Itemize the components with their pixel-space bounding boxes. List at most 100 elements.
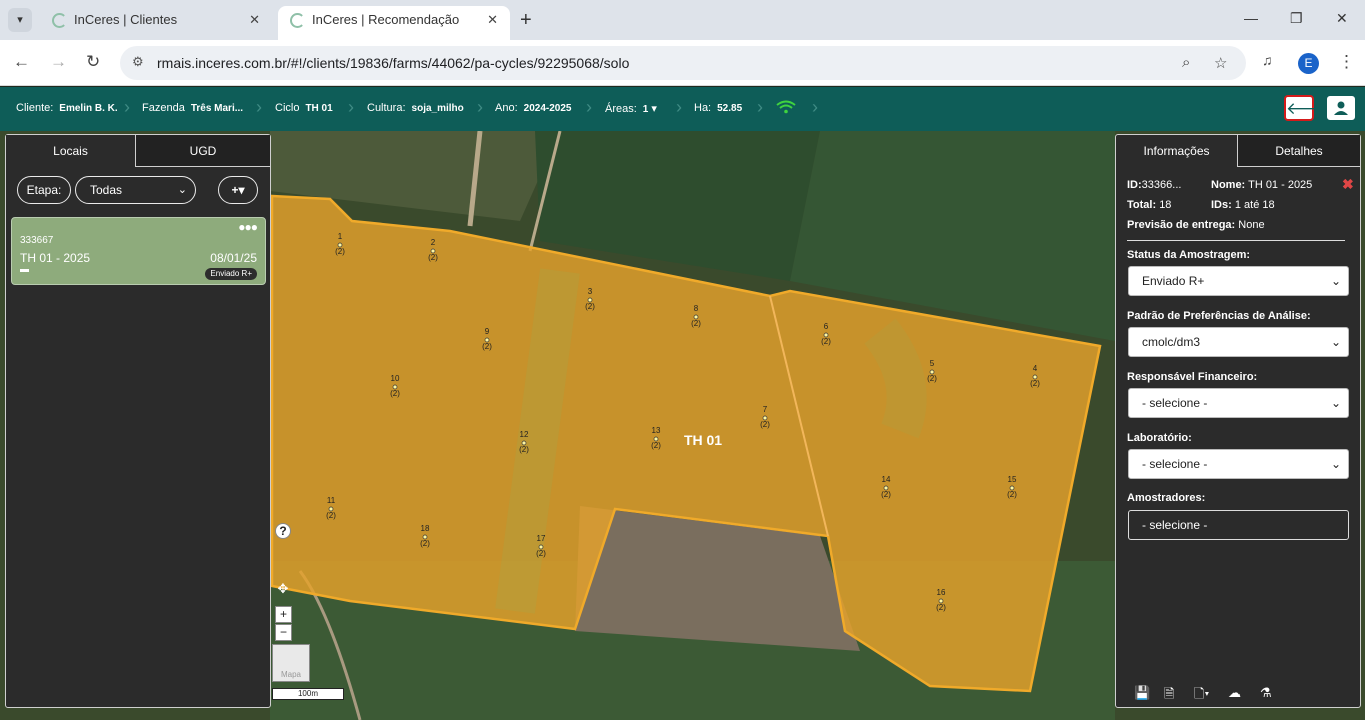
app-header: Cliente: Emelin B. K. › Fazenda Três Mari.…	[0, 87, 1365, 131]
padrao-select-value: cmolc/dm3	[1142, 335, 1201, 349]
status-select[interactable]: Enviado R+ ⌄	[1128, 266, 1349, 296]
sample-point-number: 8	[694, 304, 699, 313]
crumb-cliente[interactable]: Cliente: Emelin B. K.	[16, 102, 118, 114]
file-export-icon[interactable]: 🗋▾	[1194, 685, 1209, 707]
sample-point-number: 4	[1033, 364, 1038, 373]
info-total: Total: 18	[1127, 199, 1171, 211]
browser-tab-clientes[interactable]: InCeres | Clientes ✕	[40, 6, 272, 40]
chevron-right-icon: ›	[812, 97, 818, 117]
tab-title: InCeres | Clientes	[74, 12, 178, 27]
info-id: ID:33366...	[1127, 179, 1181, 191]
crumb-ciclo[interactable]: Ciclo TH 01	[275, 102, 333, 114]
help-button[interactable]: ?	[275, 523, 291, 539]
zoom-out-button[interactable]: −	[275, 624, 292, 641]
layer-toggle-button[interactable]: Mapa	[272, 644, 310, 682]
amostradores-label: Amostradores:	[1127, 492, 1206, 504]
sample-point-count: (2)	[420, 539, 430, 548]
site-settings-icon[interactable]: ⚙	[132, 54, 144, 70]
scale-bar: 100m	[272, 688, 344, 700]
arrow-left-icon: 🡐	[1286, 99, 1332, 118]
restore-icon[interactable]: ❐	[1290, 10, 1303, 27]
amostradores-select[interactable]: - selecione -	[1128, 510, 1349, 540]
sample-point-number: 9	[485, 327, 490, 336]
sample-point-count: (2)	[651, 441, 661, 450]
info-label: Total:	[1127, 199, 1157, 211]
user-icon	[1334, 101, 1348, 115]
bookmark-star-icon[interactable]: ☆	[1214, 54, 1227, 72]
sample-point-count: (2)	[428, 253, 438, 262]
laboratorio-select[interactable]: - selecione - ⌄	[1128, 449, 1349, 479]
profile-avatar[interactable]: E	[1298, 53, 1319, 74]
url-text[interactable]: rmais.inceres.com.br/#!/clients/19836/fa…	[157, 55, 629, 71]
sample-point-count: (2)	[335, 247, 345, 256]
close-icon[interactable]: ✕	[487, 6, 498, 34]
sample-point-count: (2)	[585, 302, 595, 311]
crumb-value: TH 01	[305, 103, 333, 114]
add-dropdown-button[interactable]: +▾	[218, 176, 258, 204]
excel-file-icon[interactable]: 🗎	[1164, 685, 1174, 707]
chevron-down-icon: ⌄	[1330, 274, 1341, 288]
browser-menu-icon[interactable]: ⋮	[1338, 52, 1355, 72]
sample-point-count: (2)	[760, 420, 770, 429]
crumb-fazenda[interactable]: Fazenda Três Mari...	[142, 102, 243, 114]
url-omnibox[interactable]: ⚙ rmais.inceres.com.br/#!/clients/19836/…	[120, 46, 1246, 80]
sample-point-number: 1	[338, 232, 343, 241]
responsavel-select-value: - selecione -	[1142, 396, 1208, 410]
crumb-value: Três Mari...	[190, 103, 244, 114]
crumb-areas[interactable]: Áreas: 1 ▾	[605, 102, 657, 115]
flask-icon[interactable]: ⚗	[1260, 685, 1272, 701]
amostradores-select-value: - selecione -	[1142, 518, 1208, 532]
crumb-ano[interactable]: Ano: 2024-2025	[495, 102, 571, 114]
padrao-select[interactable]: cmolc/dm3 ⌄	[1128, 327, 1349, 357]
tab-informacoes[interactable]: Informações	[1116, 135, 1238, 167]
new-tab-button[interactable]: +	[520, 8, 532, 32]
card-date: 08/01/25	[210, 251, 257, 265]
sampling-card[interactable]: ●●● 333667 TH 01 - 2025 08/01/25 Enviado…	[11, 217, 266, 285]
zoom-in-button[interactable]: +	[275, 606, 292, 623]
cloud-upload-icon[interactable]: ☁	[1228, 685, 1241, 701]
wifi-icon	[776, 100, 796, 114]
close-icon[interactable]: ✕	[249, 6, 260, 34]
pan-move-icon[interactable]: ✥	[276, 582, 290, 596]
left-panel: Locais UGD Etapa: Todas ⌄ +▾ ●●● 333667 …	[5, 134, 271, 708]
minimize-icon[interactable]: —	[1244, 10, 1258, 26]
forward-arrow-icon[interactable]: →	[50, 52, 67, 72]
chevron-down-icon: ⌄	[1330, 396, 1341, 410]
sample-point-count: (2)	[821, 337, 831, 346]
window-close-icon[interactable]: ✕	[1336, 10, 1348, 27]
crumb-cultura[interactable]: Cultura: soja_milho	[367, 102, 464, 114]
chevron-right-icon: ›	[676, 97, 682, 117]
save-icon[interactable]: 💾	[1134, 685, 1150, 701]
panel-footer-toolbar: 💾 🗎 🗋▾ ☁ ⚗	[1116, 679, 1360, 707]
sample-point-number: 11	[327, 496, 336, 505]
browser-tab-recomendacao[interactable]: InCeres | Recomendação ✕	[278, 6, 510, 40]
media-control-icon[interactable]: ♫	[1262, 52, 1273, 68]
crumb-ha: Ha: 52.85	[694, 102, 742, 114]
tab-locais[interactable]: Locais	[6, 135, 136, 167]
info-label: Previsão de entrega:	[1127, 219, 1236, 231]
sample-point-count: (2)	[927, 374, 937, 383]
status-badge: Enviado R+	[205, 268, 257, 280]
info-nome: Nome: TH 01 - 2025	[1211, 179, 1312, 191]
info-label: Nome:	[1211, 179, 1246, 191]
back-button[interactable]: 🡐	[1284, 95, 1332, 121]
sample-point-number: 5	[930, 359, 935, 368]
more-options-icon[interactable]: ●●●	[238, 220, 258, 234]
user-button[interactable]	[1326, 95, 1356, 121]
close-icon[interactable]: ✖	[1342, 176, 1354, 193]
responsavel-select[interactable]: - selecione - ⌄	[1128, 388, 1349, 418]
etapa-select[interactable]: Todas ⌄	[75, 176, 196, 204]
sample-point-number: 16	[937, 588, 946, 597]
tab-search-button[interactable]: ▾	[8, 8, 32, 32]
zoom-icon[interactable]: ⌕	[1182, 54, 1190, 71]
chevron-down-icon: ⌄	[177, 184, 187, 196]
crumb-value: 2024-2025	[523, 103, 572, 114]
status-label: Status da Amostragem:	[1127, 249, 1251, 261]
chevron-right-icon: ›	[348, 97, 354, 117]
tab-ugd[interactable]: UGD	[136, 135, 270, 167]
sample-point-count: (2)	[691, 319, 701, 328]
crumb-value: Emelin B. K.	[59, 103, 118, 114]
reload-icon[interactable]: ↻	[86, 52, 100, 72]
back-arrow-icon[interactable]: ←	[13, 52, 30, 72]
tab-detalhes[interactable]: Detalhes	[1238, 135, 1360, 167]
